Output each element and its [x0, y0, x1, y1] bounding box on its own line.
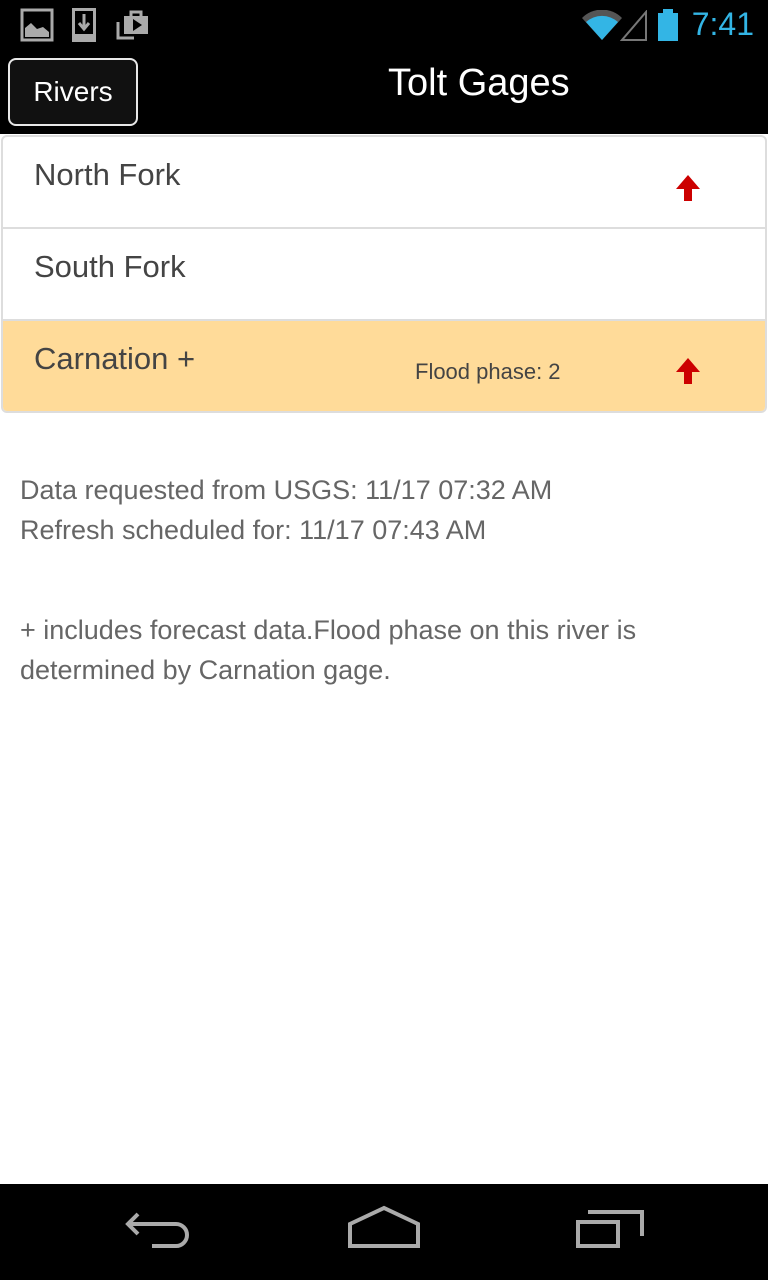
- gallery-icon: [20, 8, 54, 42]
- gage-row-carnation[interactable]: Carnation + Flood phase: 2: [3, 321, 765, 411]
- download-icon: [72, 8, 96, 42]
- gage-name: Carnation +: [34, 341, 196, 376]
- page-title: Tolt Gages: [388, 62, 570, 104]
- play-store-icon: [116, 10, 148, 40]
- arrow-up-icon: [676, 175, 700, 201]
- gage-row-north-fork[interactable]: North Fork: [3, 137, 765, 229]
- battery-icon: [658, 9, 678, 41]
- forecast-note: + includes forecast data.Flood phase on …: [20, 615, 637, 685]
- back-icon[interactable]: [112, 1204, 212, 1260]
- cell-signal-icon: [620, 10, 647, 41]
- gage-row-south-fork[interactable]: South Fork: [3, 229, 765, 321]
- home-icon[interactable]: [334, 1204, 434, 1260]
- flood-phase-label: Flood phase: 2: [415, 359, 561, 384]
- gage-name: South Fork: [34, 249, 186, 284]
- requested-time: Data requested from USGS: 11/17 07:32 AM: [20, 475, 553, 505]
- rivers-back-button[interactable]: Rivers: [8, 58, 138, 126]
- refresh-time: Refresh scheduled for: 11/17 07:43 AM: [20, 515, 487, 545]
- page-title-wrap: Tolt Gages: [200, 50, 768, 118]
- arrow-up-icon: [676, 358, 700, 384]
- action-bar: Rivers Tolt Gages: [0, 50, 768, 134]
- recent-apps-icon[interactable]: [560, 1204, 660, 1260]
- gage-list: North Fork South Fork Carnation + Flood …: [1, 135, 767, 413]
- status-bar: 7:41: [0, 0, 768, 50]
- wifi-icon: [582, 10, 622, 41]
- gage-name: North Fork: [34, 157, 181, 192]
- data-info: Data requested from USGS: 11/17 07:32 AM…: [20, 470, 750, 550]
- nav-bar: [0, 1184, 768, 1280]
- clock: 7:41: [691, 6, 754, 42]
